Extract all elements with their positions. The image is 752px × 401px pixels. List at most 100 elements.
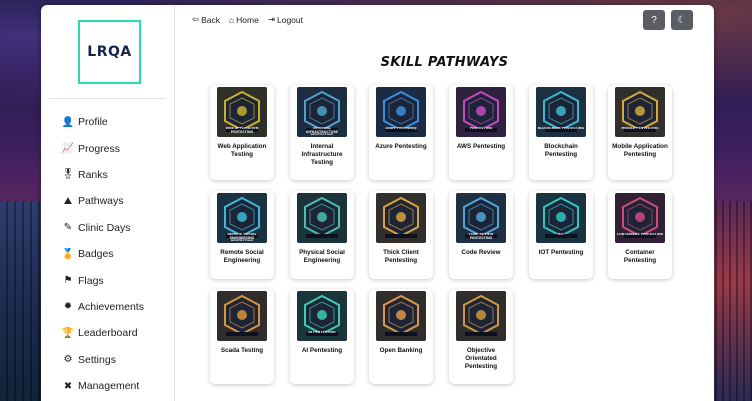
sidebar-item-label: Badges bbox=[78, 248, 114, 261]
sidebar-item-label: Settings bbox=[78, 353, 116, 366]
thumbnail-caption: Azure PenTesting bbox=[385, 127, 417, 130]
tools-icon: ✖ bbox=[63, 380, 73, 392]
thumbnail-caption: AI PENTESTING bbox=[308, 331, 336, 334]
top-navigation: ⇦ Back ⌂ Home ⇥ Logout bbox=[192, 14, 303, 25]
pathway-thumbnail bbox=[376, 291, 426, 341]
home-label: Home bbox=[236, 14, 259, 25]
sidebar-item-label: Profile bbox=[78, 116, 108, 129]
pathway-title: AWS Pentesting bbox=[456, 143, 506, 150]
badge-icon: 🏅 bbox=[61, 248, 75, 260]
help-icon: ? bbox=[651, 14, 657, 26]
pathway-title: Open Banking bbox=[379, 347, 423, 354]
chart-icon: 📈 bbox=[61, 143, 75, 155]
gear-badge-icon: ✹ bbox=[63, 301, 73, 313]
pathway-title: Web Application Testing bbox=[217, 143, 267, 158]
pathway-thumbnail bbox=[456, 291, 506, 341]
arrow-left-icon: ⇦ bbox=[192, 14, 200, 24]
pathway-title: Container Pentesting bbox=[623, 249, 657, 264]
pathway-card[interactable]: IOT IOT Pentesting bbox=[529, 191, 593, 279]
pathway-card[interactable]: Objective Orientated Pentesting bbox=[449, 289, 513, 384]
pathway-card[interactable]: WEB APPLICATION PENTESTING Web Applicatio… bbox=[210, 85, 274, 180]
logo[interactable]: LRQA bbox=[78, 20, 141, 84]
thumbnail-caption: IOT bbox=[557, 233, 565, 236]
pathway-title: Blockchain Pentesting bbox=[544, 143, 578, 158]
pathway-card[interactable]: Open Banking bbox=[369, 289, 433, 384]
page-title: SKILL PATHWAYS bbox=[380, 55, 509, 70]
sidebar-item-label: Flags bbox=[78, 274, 104, 287]
logout-label: Logout bbox=[276, 14, 303, 25]
pathway-title: Azure Pentesting bbox=[375, 143, 427, 150]
pathway-thumbnail bbox=[217, 291, 267, 341]
app-window: LRQA 👤 Profile 📈 Progress 🎖 Ranks ⛰ Pathways ✎ Cl… bbox=[41, 5, 714, 401]
moon-icon: ☾ bbox=[677, 14, 687, 26]
sidebar-item-progress[interactable]: 📈 Progress bbox=[62, 135, 172, 161]
hexagon-badge-icon bbox=[456, 291, 506, 341]
thumbnail-caption: REMOTE SOCIAL ENGINEERING PENTESTING bbox=[227, 233, 257, 241]
sidebar-item-flags[interactable]: ⚑ Flags bbox=[62, 267, 172, 293]
pathway-card[interactable]: PENTESTING AWS Pentesting bbox=[449, 85, 513, 180]
sidebar-item-profile[interactable]: 👤 Profile bbox=[62, 109, 172, 135]
pathway-card[interactable]: Thick Client Pentesting bbox=[369, 191, 433, 279]
pathway-card[interactable]: CONTAINERS PENTESTING Container Pentestin… bbox=[608, 191, 672, 279]
thumbnail-caption: PENTESTING bbox=[469, 127, 493, 130]
hexagon-badge-icon bbox=[376, 291, 426, 341]
thumbnail-caption: MOBILE PENTESTING bbox=[621, 127, 659, 130]
sidebar-item-management[interactable]: ✖ Management bbox=[62, 373, 172, 399]
road-icon: ⛰ bbox=[63, 195, 73, 207]
theme-toggle-button[interactable]: ☾ bbox=[671, 10, 693, 30]
sidebar-item-leaderboard[interactable]: 🏆 Leaderboard bbox=[62, 320, 172, 346]
sidebar-item-label: Ranks bbox=[78, 168, 108, 181]
thumbnail-caption: WEB APPLICATION PENTESTING bbox=[225, 127, 259, 134]
pathway-card[interactable]: CODE REVIEW PENTESTING Code Review bbox=[449, 191, 513, 279]
hexagon-badge-icon bbox=[217, 291, 267, 341]
logo-text: LRQA bbox=[87, 44, 132, 60]
thumbnail-caption: BLOCKCHAIN PENTESTING bbox=[537, 127, 585, 130]
sidebar: LRQA 👤 Profile 📈 Progress 🎖 Ranks ⛰ Pathways ✎ Cl… bbox=[41, 5, 175, 401]
pathway-title: Scada Testing bbox=[220, 347, 264, 354]
pathway-card[interactable]: Azure PenTesting Azure Pentesting bbox=[369, 85, 433, 180]
pathway-card[interactable]: MOBILE PENTESTING Mobile Application Pent… bbox=[608, 85, 672, 180]
pathway-card[interactable]: Physical Social Engineering bbox=[290, 191, 354, 279]
pathway-card[interactable]: AI PENTESTING AI Pentesting bbox=[290, 289, 354, 384]
gear-icon: ⚙ bbox=[63, 354, 73, 366]
sidebar-item-achievements[interactable]: ✹ Achievements bbox=[62, 294, 172, 320]
thumbnail-caption: CODE REVIEW PENTESTING bbox=[468, 233, 494, 240]
sidebar-item-badges[interactable]: 🏅 Badges bbox=[62, 241, 172, 267]
pathway-card[interactable]: INTERNAL INFRASTRUCTURE PENTESTING Intern… bbox=[290, 85, 354, 180]
background-cityscape-right bbox=[710, 201, 752, 401]
pathway-card[interactable]: Scada Testing bbox=[210, 289, 274, 384]
hexagon-badge-icon bbox=[297, 193, 347, 243]
pathway-title: Code Review bbox=[461, 249, 501, 256]
pathway-thumbnail bbox=[297, 193, 347, 243]
syringe-icon: ✎ bbox=[63, 222, 73, 234]
back-label: Back bbox=[201, 14, 221, 25]
sidebar-item-label: Pathways bbox=[78, 195, 124, 208]
logout-icon: ⇥ bbox=[267, 14, 275, 24]
back-link[interactable]: ⇦ Back bbox=[192, 14, 220, 25]
pathway-title: Physical Social Engineering bbox=[299, 249, 345, 264]
sidebar-item-clinic-days[interactable]: ✎ Clinic Days bbox=[62, 215, 172, 241]
thumbnail-caption: CONTAINERS PENTESTING bbox=[616, 233, 664, 236]
medal-icon: 🎖 bbox=[61, 169, 75, 181]
help-button[interactable]: ? bbox=[643, 10, 665, 30]
sidebar-item-label: Leaderboard bbox=[78, 327, 138, 340]
logout-link[interactable]: ⇥ Logout bbox=[268, 14, 303, 25]
home-icon: ⌂ bbox=[229, 14, 235, 25]
sidebar-item-ranks[interactable]: 🎖 Ranks bbox=[62, 162, 172, 188]
sidebar-item-label: Management bbox=[78, 380, 140, 393]
hexagon-badge-icon bbox=[376, 193, 426, 243]
flag-icon: ⚑ bbox=[63, 275, 73, 287]
user-icon: 👤 bbox=[61, 116, 75, 128]
sidebar-item-settings[interactable]: ⚙ Settings bbox=[62, 347, 172, 373]
pathway-card[interactable]: REMOTE SOCIAL ENGINEERING PENTESTING Remo… bbox=[210, 191, 274, 279]
pathway-title: Objective Orientated Pentesting bbox=[464, 347, 498, 370]
sidebar-item-label: Clinic Days bbox=[78, 221, 131, 234]
pathway-title: Mobile Application Pentesting bbox=[612, 143, 668, 158]
pathway-title: Remote Social Engineering bbox=[220, 249, 264, 264]
home-link[interactable]: ⌂ Home bbox=[229, 14, 259, 25]
background-cityscape-left bbox=[0, 201, 45, 401]
pathway-card[interactable]: BLOCKCHAIN PENTESTING Blockchain Pentesti… bbox=[529, 85, 593, 180]
sidebar-item-pathways[interactable]: ⛰ Pathways bbox=[62, 188, 172, 214]
divider bbox=[49, 98, 166, 99]
pathway-title: Thick Client Pentesting bbox=[383, 249, 419, 264]
